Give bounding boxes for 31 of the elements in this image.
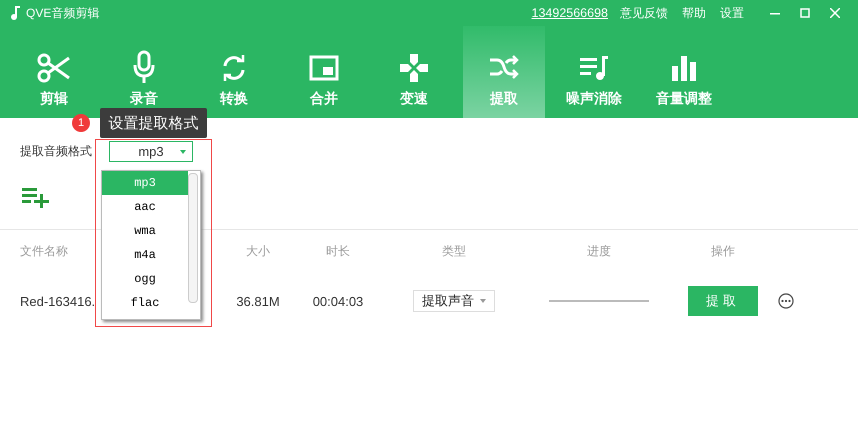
format-label: 提取音频格式 [20, 143, 92, 160]
format-option[interactable]: aac [102, 195, 188, 219]
file-duration: 00:04:03 [312, 294, 364, 308]
format-option[interactable]: wma [102, 219, 188, 243]
step-badge: 1 [72, 114, 90, 132]
column-header: 大小 [246, 242, 270, 260]
toolbar-tab[interactable]: 变速 [369, 50, 459, 118]
toolbar-tab[interactable]: 提取 [463, 26, 545, 118]
format-option[interactable]: mp3 [102, 171, 188, 195]
extract-button[interactable]: 提取 [688, 286, 758, 316]
type-select[interactable]: 提取声音 [413, 290, 495, 312]
window-title: QVE音频剪辑 [26, 4, 100, 22]
column-header: 时长 [326, 242, 350, 260]
account-link[interactable]: 13492566698 [532, 6, 608, 20]
file-size: 36.81M [236, 294, 280, 308]
format-select[interactable]: mp3 [109, 141, 193, 162]
header-link[interactable]: 意见反馈 [620, 4, 668, 22]
column-header: 类型 [442, 242, 466, 260]
tooltip: 设置提取格式 [100, 108, 207, 138]
column-header: 文件名称 [20, 242, 68, 260]
header-link[interactable]: 帮助 [682, 4, 706, 22]
column-header: 进度 [587, 242, 611, 260]
format-option[interactable]: flac [102, 291, 188, 315]
column-header: 操作 [711, 242, 735, 260]
format-option[interactable]: ogg [102, 267, 188, 291]
toolbar-tab[interactable]: 噪声消除 [549, 50, 639, 118]
format-option[interactable]: m4a [102, 243, 188, 267]
file-name: Red-163416. [20, 294, 96, 308]
toolbar-tab[interactable]: 合并 [279, 50, 369, 118]
toolbar-tab[interactable]: 音量调整 [639, 50, 729, 118]
header-link[interactable]: 设置 [720, 4, 744, 22]
